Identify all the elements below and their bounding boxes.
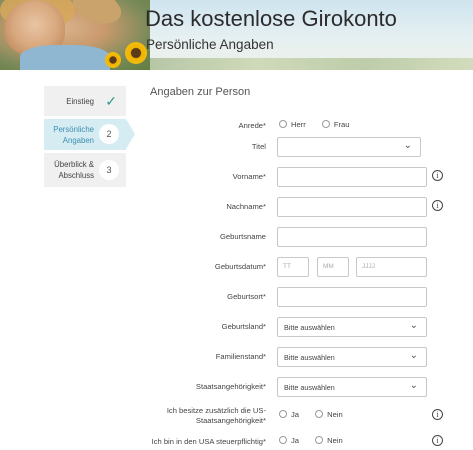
chevron-down-icon: ⌄ — [409, 380, 418, 391]
geburtsdatum-month-field[interactable]: MM — [317, 257, 349, 277]
info-icon[interactable]: i — [432, 435, 443, 446]
row-nachname: Nachname* i — [0, 197, 473, 219]
radio-herr[interactable] — [279, 120, 287, 128]
geburtsname-field[interactable] — [277, 227, 427, 247]
geburtsort-field[interactable] — [277, 287, 427, 307]
checkmark-icon: ✓ — [105, 93, 117, 109]
step-label: Einstieg — [66, 97, 94, 106]
familienstand-label: Familienstand* — [215, 352, 266, 361]
step-einstieg[interactable]: Einstieg ✓ — [44, 86, 126, 116]
row-geburtsname: Geburtsname — [0, 227, 473, 249]
chevron-down-icon: ⌄ — [403, 140, 412, 151]
radio-nein[interactable] — [315, 436, 324, 444]
geburtsdatum-label: Geburtsdatum* — [214, 262, 266, 271]
geburtsland-select[interactable]: Bitte auswählen ⌄ — [277, 317, 427, 337]
staatsangehoerigkeit-value: Bitte auswählen — [284, 383, 335, 392]
row-familienstand: Familienstand* Bitte auswählen ⌄ — [0, 347, 473, 369]
us-steuerpflicht-radio-group: Ja Nein — [279, 435, 357, 445]
radio-nein[interactable] — [315, 410, 324, 418]
row-us-staatsangehoerigkeit: Ich besitze zusätzlich die US- Staatsange… — [0, 406, 473, 428]
anrede-label: Anrede* — [238, 121, 266, 130]
info-icon[interactable]: i — [432, 170, 443, 181]
geburtsort-label: Geburtsort* — [227, 292, 266, 301]
nachname-label: Nachname* — [226, 202, 266, 211]
us-staatsangehoerigkeit-label: Ich besitze zusätzlich die US- Staatsange… — [166, 406, 266, 425]
info-icon[interactable]: i — [432, 409, 443, 420]
row-geburtsort: Geburtsort* — [0, 287, 473, 309]
row-us-steuerpflicht: Ich bin in den USA steuerpflichtig* Ja N… — [0, 432, 473, 450]
geburtsland-value: Bitte auswählen — [284, 323, 335, 332]
geburtsland-label: Geburtsland* — [221, 322, 266, 331]
vorname-field[interactable] — [277, 167, 427, 187]
chevron-down-icon: ⌄ — [409, 320, 418, 331]
radio-ja[interactable] — [279, 410, 287, 418]
titel-select[interactable]: ⌄ — [277, 137, 421, 157]
row-titel: Titel ⌄ — [0, 137, 473, 159]
us-staatsangehoerigkeit-radio-group: Ja Nein — [279, 409, 357, 419]
row-vorname: Vorname* i — [0, 167, 473, 189]
staatsangehoerigkeit-select[interactable]: Bitte auswählen ⌄ — [277, 377, 427, 397]
couple-photo — [0, 0, 150, 70]
page-title: Das kostenlose Girokonto — [145, 6, 397, 31]
nachname-field[interactable] — [277, 197, 427, 217]
row-staatsangehoerigkeit: Staatsangehörigkeit* Bitte auswählen ⌄ — [0, 377, 473, 399]
section-title: Angaben zur Person — [150, 86, 251, 98]
chevron-down-icon: ⌄ — [409, 350, 418, 361]
familienstand-value: Bitte auswählen — [284, 353, 335, 362]
info-icon[interactable]: i — [432, 200, 443, 211]
familienstand-select[interactable]: Bitte auswählen ⌄ — [277, 347, 427, 367]
geburtsdatum-year-field[interactable]: JJJJ — [356, 257, 427, 277]
staatsangehoerigkeit-label: Staatsangehörigkeit* — [195, 382, 266, 391]
page-subtitle: Persönliche Angaben — [146, 37, 274, 52]
anrede-radio-group: Herr Frau — [279, 119, 364, 129]
header-banner: Das kostenlose Girokonto Persönliche Ang… — [0, 0, 473, 70]
geburtsname-label: Geburtsname — [219, 232, 266, 241]
radio-ja[interactable] — [279, 436, 287, 444]
titel-label: Titel — [251, 142, 266, 151]
row-geburtsdatum: Geburtsdatum* TT MM JJJJ — [0, 257, 473, 279]
us-steuerpflicht-label: Ich bin in den USA steuerpflichtig* — [151, 437, 266, 446]
vorname-label: Vorname* — [232, 172, 266, 181]
row-geburtsland: Geburtsland* Bitte auswählen ⌄ — [0, 317, 473, 339]
row-anrede: Anrede* Herr Frau — [0, 116, 473, 138]
radio-frau[interactable] — [321, 120, 330, 128]
geburtsdatum-day-field[interactable]: TT — [277, 257, 309, 277]
